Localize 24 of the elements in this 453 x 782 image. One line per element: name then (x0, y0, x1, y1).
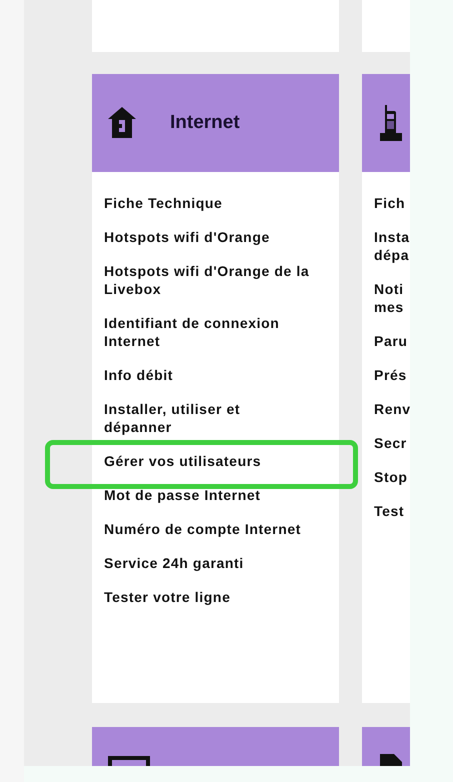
menu-link[interactable]: Identifiant de connexion Internet (104, 314, 327, 350)
menu-link[interactable]: Hotspots wifi d'Orange de la Livebox (104, 262, 327, 298)
menu-link[interactable]: Insta dépa (374, 228, 410, 264)
house-icon (108, 107, 136, 139)
menu-link[interactable]: Tester votre ligne (104, 588, 327, 606)
menu-link[interactable]: Secr (374, 434, 410, 452)
menu-link[interactable]: Paru (374, 332, 410, 350)
document-icon (380, 754, 402, 766)
menu-link[interactable]: Numéro de compte Internet (104, 520, 327, 538)
menu-link[interactable]: Mot de passe Internet (104, 486, 327, 504)
monitor-icon (108, 756, 150, 766)
menu-link[interactable]: Service 24h garanti (104, 554, 327, 572)
menu-link[interactable]: Info débit (104, 366, 327, 384)
menu-link[interactable]: Hotspots wifi d'Orange (104, 228, 327, 246)
menu-link[interactable]: Noti mes (374, 280, 410, 316)
phone-icon (380, 105, 402, 141)
menu-link[interactable]: Gérer vos utilisateurs (45, 440, 358, 489)
category-title: Internet (170, 112, 240, 134)
menu-link[interactable]: Fiche Technique (104, 194, 327, 212)
menu-link[interactable]: Test (374, 502, 410, 520)
menu-link[interactable]: Fich (374, 194, 410, 212)
menu-link[interactable]: Stop (374, 468, 410, 486)
menu-link[interactable]: Prés (374, 366, 410, 384)
menu-link[interactable]: Installer, utiliser et dépanner (104, 400, 327, 436)
